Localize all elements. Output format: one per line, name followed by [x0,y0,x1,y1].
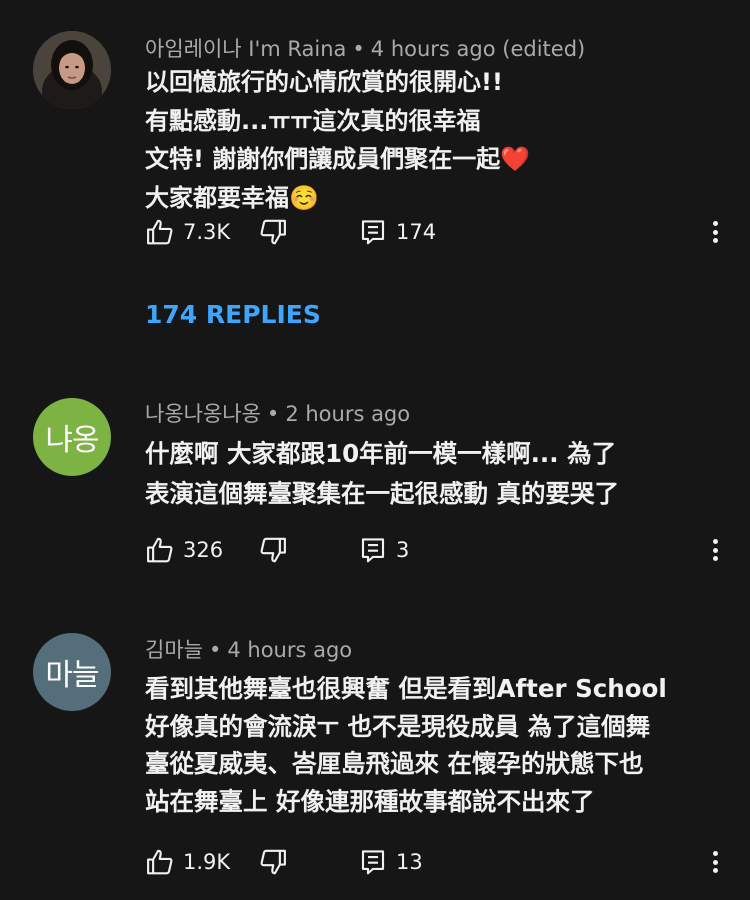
thumbs-down-icon [260,219,286,245]
like-count: 326 [183,538,224,562]
meta-separator: • [352,37,365,61]
thumbs-down-icon [260,537,286,563]
avatar[interactable]: 냐옹 [33,398,111,476]
reply-button[interactable]: 13 [358,844,423,880]
comment-reply-icon [361,850,385,875]
comment-meta: 나옹나옹나옹 • 2 hours ago [145,398,410,428]
like-button[interactable]: 7.3K [145,214,230,250]
comment-reply-icon [361,538,385,563]
thumbs-down-icon [260,849,286,875]
comment-line: 看到其他舞臺也很興奮 但是看到After School [145,674,667,703]
reply-count: 174 [396,220,437,244]
comment-reply-icon [361,220,385,245]
more-vert-icon [712,238,718,243]
more-vert-icon [712,221,718,226]
avatar-initials: 냐옹 [45,423,99,458]
comment-text: 看到其他舞臺也很興奮 但是看到After School 好像真的會流淚ㅜ 也不是… [145,670,720,820]
dislike-button[interactable] [258,532,288,568]
author-name[interactable]: 아임레이나 I'm Raina [145,37,346,61]
thumbs-up-icon [147,849,173,875]
reply-count: 3 [396,538,410,562]
comment-line: 好像真的會流淚ㅜ 也不是現役成員 為了這個舞 [145,711,651,741]
dislike-button[interactable] [258,214,288,250]
like-count: 1.9K [183,850,231,874]
avatar-initials: 마늘 [45,658,99,693]
comment-line: 表演這個舞臺聚集在一起很感動 真的要哭了 [145,479,620,508]
more-vert-icon [712,547,718,553]
comment-meta: 아임레이나 I'm Raina • 4 hours ago (edited) [145,33,585,63]
comment-line: 文特! 謝謝你們讓成員們聚在一起❤️ [145,145,531,173]
comment-meta: 김마늘 • 4 hours ago [145,634,352,664]
profile-photo-icon [33,31,111,109]
author-name[interactable]: 나옹나옹나옹 [145,402,261,426]
more-options-button[interactable] [700,534,730,566]
comment-actions: 326 3 [145,532,735,568]
comment-line: 臺從夏威夷、峇厘島飛過來 在懷孕的狀態下也 [145,749,644,778]
comment-line: 什麼啊 大家都跟10年前一模一樣啊... 為了 [145,439,617,468]
reply-count: 13 [396,850,423,874]
comment-time[interactable]: 4 hours ago [227,638,352,662]
comment-actions: 7.3K 174 [145,214,735,250]
comment-line: 有點感動...ㅠㅠ這次真的很幸福 [145,106,481,135]
avatar[interactable]: 마늘 [33,633,111,711]
like-button[interactable]: 1.9K [145,844,230,880]
comment-time[interactable]: 2 hours ago [285,402,410,426]
thumbs-up-icon [147,219,173,245]
view-replies-button[interactable]: 174 REPLIES [145,300,321,329]
like-button[interactable]: 326 [145,532,223,568]
more-vert-icon [712,851,718,856]
reply-button[interactable]: 3 [358,532,409,568]
like-count: 7.3K [183,220,231,244]
more-vert-icon [712,229,718,235]
more-vert-icon [712,556,718,561]
more-options-button[interactable] [700,216,730,248]
comment-line: 大家都要幸福☺️ [145,183,319,212]
comment-line: 以回憶旅行的心情欣賞的很開心!! [145,68,503,96]
comment-line: 站在舞臺上 好像連那種故事都說不出來了 [145,786,595,816]
comment-actions: 1.9K 13 [145,844,735,880]
dislike-button[interactable] [258,844,288,880]
avatar[interactable] [33,31,111,109]
meta-separator: • [266,402,280,426]
thumbs-up-icon [147,537,173,563]
more-options-button[interactable] [700,846,730,878]
comment-time[interactable]: 4 hours ago (edited) [371,37,585,61]
more-vert-icon [712,859,718,865]
more-vert-icon [712,539,718,544]
reply-button[interactable]: 174 [358,214,436,250]
more-vert-icon [712,868,718,873]
comment-text: 什麼啊 大家都跟10年前一模一樣啊... 為了 表演這個舞臺聚集在一起很感動 真… [145,434,720,514]
author-name[interactable]: 김마늘 [145,638,203,662]
meta-separator: • [208,638,222,662]
comment-text: 以回憶旅行的心情欣賞的很開心!! 有點感動...ㅠㅠ這次真的很幸福 文特! 謝謝… [145,63,720,217]
